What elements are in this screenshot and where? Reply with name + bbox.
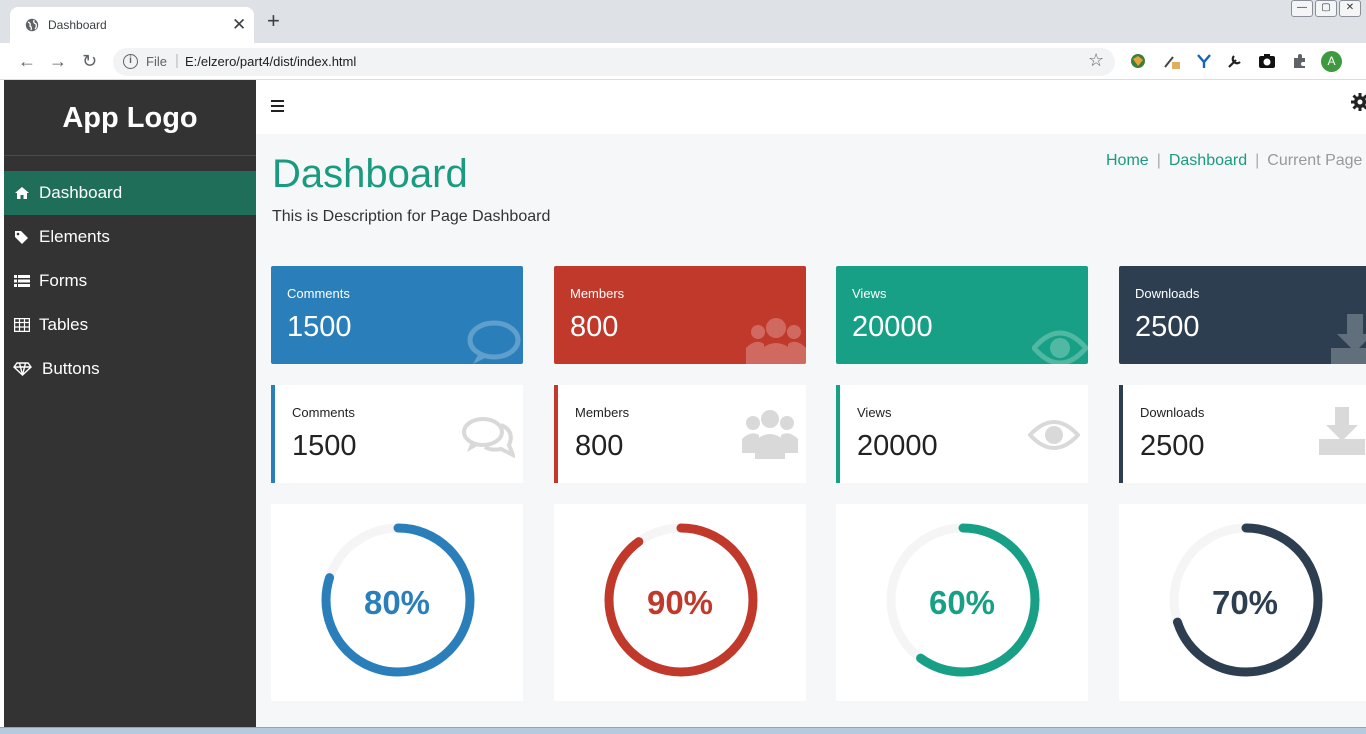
stat-card-downloads: Downloads 2500 [1119,266,1366,364]
tab-close-icon[interactable]: ✕ [232,15,246,35]
stat-label: Comments [292,405,355,420]
stat-card-views-outline: Views 20000 [836,385,1088,483]
browser-tab[interactable]: Dashboard ✕ [10,7,254,43]
reload-icon[interactable]: ↻ [82,51,97,72]
top-bar [256,80,1366,134]
stat-label: Downloads [1140,405,1205,420]
stat-card-views: Views 20000 [836,266,1088,364]
new-tab-button[interactable]: + [267,10,280,32]
sidebar-item-dashboard[interactable]: Dashboard [4,171,256,215]
extension-tool-icon[interactable] [1226,52,1244,70]
camera-icon[interactable] [1258,52,1276,70]
stat-label: Members [570,286,625,301]
os-taskbar [0,727,1366,734]
close-window-button[interactable]: ✕ [1339,0,1361,17]
eye-icon [1032,330,1088,364]
sidebar-item-elements[interactable]: Elements [4,215,256,259]
progress-card: 90% [554,504,806,701]
browser-tab-bar: Dashboard ✕ + — ▢ ✕ [0,0,1366,43]
breadcrumb-separator: | [1255,152,1260,169]
bookmark-star-icon[interactable]: ☆ [1088,50,1104,71]
stat-card-members-outline: Members 800 [554,385,806,483]
gear-icon[interactable] [1351,93,1366,111]
stat-card-members: Members 800 [554,266,806,364]
browser-menu-icon[interactable]: ⋮ [1359,50,1366,71]
sidebar-item-label: Elements [39,227,110,246]
forward-arrow-icon[interactable]: → [49,51,67,72]
progress-percent: 70% [1211,584,1279,621]
progress-percent: 60% [928,584,996,621]
list-icon [14,275,30,287]
app-logo[interactable]: App Logo [4,80,256,156]
stat-value: 2500 [1140,430,1205,462]
extension-y-icon[interactable] [1195,52,1213,70]
extension-globe-icon[interactable] [1129,52,1147,70]
breadcrumb: Home | Dashboard | Current Page [1106,152,1362,170]
file-label: File [146,54,167,69]
sidebar-item-label: Buttons [42,359,100,378]
sidebar: App Logo Dashboard Elements Forms Tables… [4,80,256,734]
download-icon [1331,314,1366,364]
minimize-button[interactable]: — [1291,0,1313,17]
tab-title: Dashboard [48,18,107,32]
stat-label: Views [852,286,887,301]
sidebar-item-tables[interactable]: Tables [4,303,256,347]
stat-value: 1500 [287,311,352,343]
url-bar[interactable]: i File | E:/elzero/part4/dist/index.html… [113,48,1115,76]
stat-value: 20000 [857,430,938,462]
comments-icon [467,320,521,364]
stat-card-comments: Comments 1500 [271,266,523,364]
page-description: This is Description for Page Dashboard [272,208,551,225]
stat-label: Views [857,405,892,420]
download-icon [1319,407,1365,455]
comments-icon [462,417,515,459]
sidebar-item-label: Forms [39,271,88,290]
stat-card-comments-outline: Comments 1500 [271,385,523,483]
sidebar-item-label: Tables [39,315,89,334]
info-icon[interactable]: i [123,54,138,69]
home-icon [15,187,29,199]
breadcrumb-dashboard[interactable]: Dashboard [1169,152,1247,169]
breadcrumb-current: Current Page [1267,152,1363,169]
window-controls: — ▢ ✕ [1291,0,1363,17]
back-arrow-icon[interactable]: ← [18,51,36,72]
eye-icon [1028,420,1080,450]
progress-card: 60% [836,504,1088,701]
tag-icon [15,231,28,244]
sidebar-item-forms[interactable]: Forms [4,259,256,303]
extension-eyedropper-icon[interactable] [1162,52,1180,70]
stat-value: 20000 [852,311,933,343]
progress-card: 80% [271,504,523,701]
main-content: Dashboard This is Description for Page D… [256,80,1366,734]
menu-toggle-icon[interactable] [271,100,284,115]
extensions-puzzle-icon[interactable] [1291,52,1309,70]
maximize-button[interactable]: ▢ [1315,0,1337,17]
diamond-icon [13,362,32,376]
breadcrumb-home[interactable]: Home [1106,152,1149,169]
sidebar-item-label: Dashboard [39,183,123,202]
stat-value: 2500 [1135,311,1200,343]
stat-card-downloads-outline: Downloads 2500 [1119,385,1366,483]
progress-percent: 90% [646,584,714,621]
address-bar-row: ← → ↻ i File | E:/elzero/part4/dist/inde… [0,43,1366,80]
users-icon [746,318,806,364]
breadcrumb-separator: | [1156,152,1161,169]
users-icon [742,410,798,459]
profile-avatar[interactable]: A [1321,51,1342,72]
page-title: Dashboard [272,152,468,196]
sidebar-item-buttons[interactable]: Buttons [4,347,256,391]
globe-icon [25,18,39,32]
stat-value: 800 [575,430,624,462]
url-separator: | [175,52,179,69]
progress-card: 70% [1119,504,1366,701]
url-text[interactable]: E:/elzero/part4/dist/index.html [185,54,356,69]
stat-value: 800 [570,311,619,343]
stat-value: 1500 [292,430,357,462]
progress-percent: 80% [363,584,431,621]
stat-label: Members [575,405,630,420]
stat-label: Comments [287,286,350,301]
stat-label: Downloads [1135,286,1200,301]
table-icon [14,318,30,332]
